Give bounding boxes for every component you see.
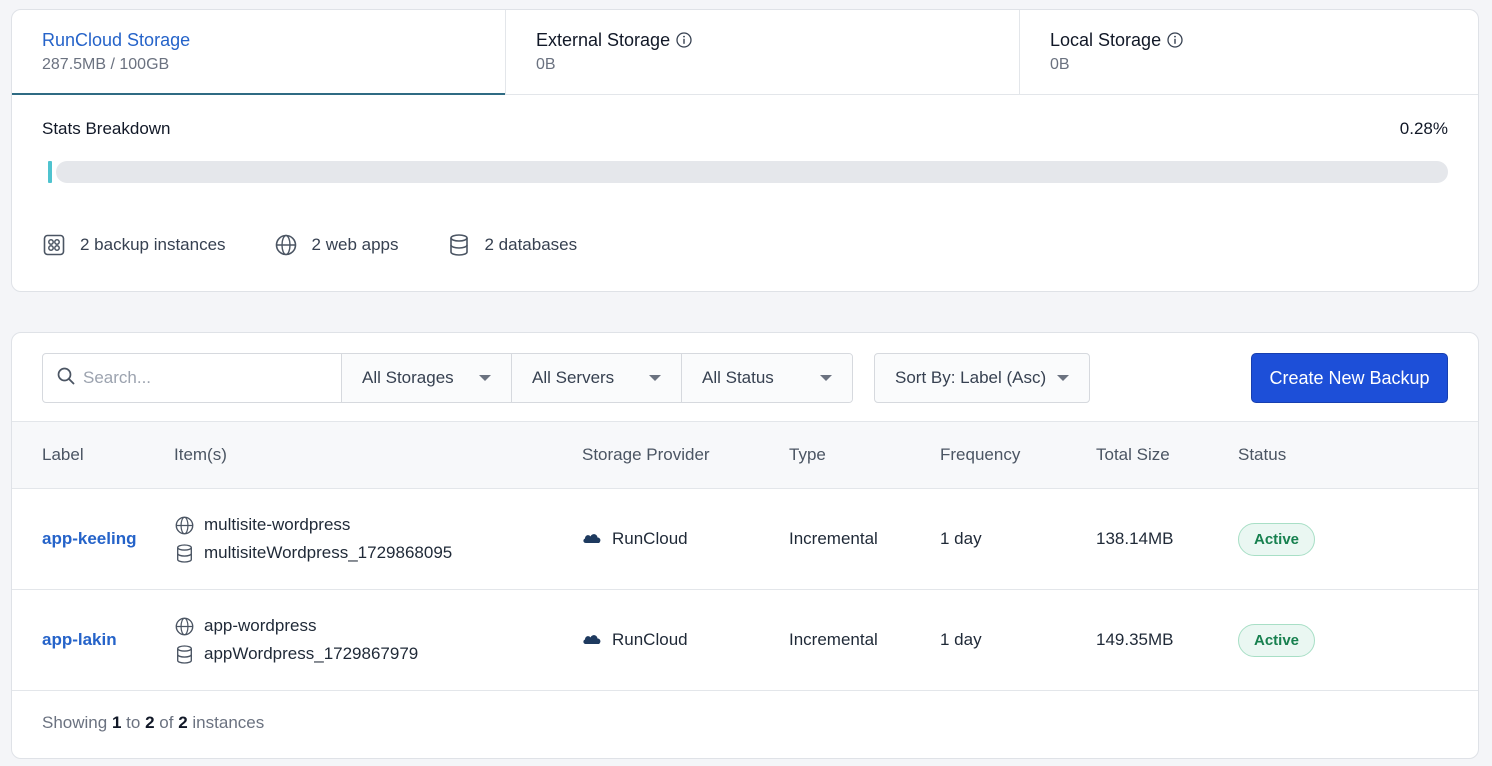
chevron-down-icon	[820, 375, 832, 381]
webapp-name: multisite-wordpress	[204, 515, 351, 534]
column-header-items[interactable]: Item(s)	[174, 422, 582, 489]
stat-backup-instances: 2 backup instances	[42, 233, 226, 257]
pagination-prefix: Showing	[42, 713, 108, 732]
backup-items: app-wordpress appWordpress_1729867979	[174, 616, 582, 664]
backup-frequency: 1 day	[940, 630, 982, 649]
server-filter-value: All Servers	[532, 368, 615, 387]
globe-icon	[174, 515, 194, 535]
tab-runcloud-storage-usage: 287.5MB / 100GB	[42, 56, 170, 73]
tab-external-storage[interactable]: External Storage 0B	[506, 10, 1020, 94]
pagination-summary: Showing 1 to 2 of 2 instances	[12, 691, 1478, 733]
globe-icon	[274, 233, 298, 257]
stat-backup-instances-text: 2 backup instances	[80, 235, 226, 254]
backup-frequency: 1 day	[940, 529, 982, 548]
storage-provider-name: RunCloud	[612, 630, 688, 649]
storage-usage-bar	[42, 161, 1448, 183]
cloud-icon	[582, 529, 602, 549]
table-row[interactable]: app-lakin app-wordpress appWordpress_172…	[12, 590, 1478, 691]
tab-external-storage-title: External Storage	[536, 29, 671, 50]
backup-type: Incremental	[789, 630, 878, 649]
backups-table: Label Item(s) Storage Provider Type Freq…	[12, 421, 1478, 691]
backup-instances-icon	[42, 233, 66, 257]
status-badge: Active	[1238, 623, 1316, 657]
filter-group: All Storages All Servers All Status	[42, 353, 853, 403]
cloud-icon	[582, 630, 602, 650]
storage-summary-card: RunCloud Storage 287.5MB / 100GB Externa…	[11, 9, 1479, 292]
chevron-down-icon	[1057, 375, 1069, 381]
tab-local-storage[interactable]: Local Storage 0B	[1020, 10, 1478, 94]
column-header-total-size[interactable]: Total Size	[1096, 422, 1238, 489]
backup-type: Incremental	[789, 529, 878, 548]
column-header-frequency[interactable]: Frequency	[940, 422, 1096, 489]
usage-bar-fill	[48, 161, 52, 183]
storage-tabs: RunCloud Storage 287.5MB / 100GB Externa…	[12, 10, 1478, 95]
backup-item-database: multisiteWordpress_1729868095	[174, 543, 582, 563]
status-filter-select[interactable]: All Status	[682, 354, 852, 402]
storage-provider: RunCloud	[582, 529, 789, 549]
table-header-row: Label Item(s) Storage Provider Type Freq…	[12, 421, 1478, 489]
tab-external-storage-usage: 0B	[536, 56, 556, 73]
column-header-storage-provider[interactable]: Storage Provider	[582, 422, 789, 489]
stats-header: Stats Breakdown 0.28%	[12, 119, 1478, 139]
backup-items: multisite-wordpress multisiteWordpress_1…	[174, 515, 582, 563]
database-name: multisiteWordpress_1729868095	[204, 543, 453, 562]
pagination-to-word: to	[126, 713, 141, 732]
stats-counts: 2 backup instances 2 web apps 2 database…	[12, 233, 1478, 257]
tab-runcloud-storage[interactable]: RunCloud Storage 287.5MB / 100GB	[12, 10, 506, 95]
create-new-backup-button[interactable]: Create New Backup	[1251, 353, 1448, 403]
database-icon	[174, 644, 194, 664]
database-icon	[174, 543, 194, 563]
backup-total-size: 138.14MB	[1096, 529, 1174, 548]
database-name: appWordpress_1729867979	[204, 644, 419, 663]
pagination-to: 2	[145, 713, 155, 732]
column-header-label[interactable]: Label	[12, 422, 174, 489]
globe-icon	[174, 616, 194, 636]
info-icon[interactable]	[676, 32, 692, 48]
storage-filter-select[interactable]: All Storages	[342, 354, 512, 402]
sort-select[interactable]: Sort By: Label (Asc)	[874, 353, 1090, 403]
backup-label-link[interactable]: app-keeling	[42, 529, 136, 548]
stat-web-apps-text: 2 web apps	[311, 235, 399, 254]
storage-provider: RunCloud	[582, 630, 789, 650]
tab-local-storage-title: Local Storage	[1050, 29, 1162, 50]
status-filter-value: All Status	[702, 368, 774, 387]
chevron-down-icon	[649, 375, 661, 381]
stat-databases-text: 2 databases	[484, 235, 578, 254]
database-icon	[447, 233, 471, 257]
pagination-from: 1	[111, 713, 122, 732]
storage-provider-name: RunCloud	[612, 529, 688, 548]
storage-filter-value: All Storages	[362, 368, 454, 387]
backup-item-webapp: app-wordpress	[174, 616, 582, 636]
backup-total-size: 149.35MB	[1096, 630, 1174, 649]
backup-item-database: appWordpress_1729867979	[174, 644, 582, 664]
tab-runcloud-storage-title: RunCloud Storage	[42, 29, 191, 50]
status-badge: Active	[1238, 522, 1316, 556]
pagination-total: 2	[178, 713, 188, 732]
search-icon	[57, 367, 75, 390]
backups-toolbar: All Storages All Servers All Status Sort…	[12, 333, 1478, 403]
column-header-type[interactable]: Type	[789, 422, 940, 489]
usage-bar-track	[56, 161, 1448, 183]
stats-percentage: 0.28%	[1399, 119, 1448, 138]
server-filter-select[interactable]: All Servers	[512, 354, 682, 402]
info-icon[interactable]	[1167, 32, 1183, 48]
pagination-of-word: of	[159, 713, 174, 732]
stats-title: Stats Breakdown	[42, 119, 171, 138]
backup-label-link[interactable]: app-lakin	[42, 630, 117, 649]
chevron-down-icon	[479, 375, 491, 381]
column-header-status[interactable]: Status	[1238, 422, 1478, 489]
backup-item-webapp: multisite-wordpress	[174, 515, 582, 535]
backups-card: All Storages All Servers All Status Sort…	[11, 332, 1479, 759]
search-box	[43, 354, 342, 402]
sort-value: Sort By: Label (Asc)	[895, 368, 1047, 387]
stat-web-apps: 2 web apps	[274, 233, 399, 257]
pagination-suffix: instances	[192, 713, 265, 732]
stat-databases: 2 databases	[447, 233, 578, 257]
webapp-name: app-wordpress	[204, 616, 317, 635]
search-input[interactable]	[83, 368, 313, 388]
table-row[interactable]: app-keeling multisite-wordpress multisit…	[12, 489, 1478, 590]
tab-local-storage-usage: 0B	[1050, 56, 1070, 73]
